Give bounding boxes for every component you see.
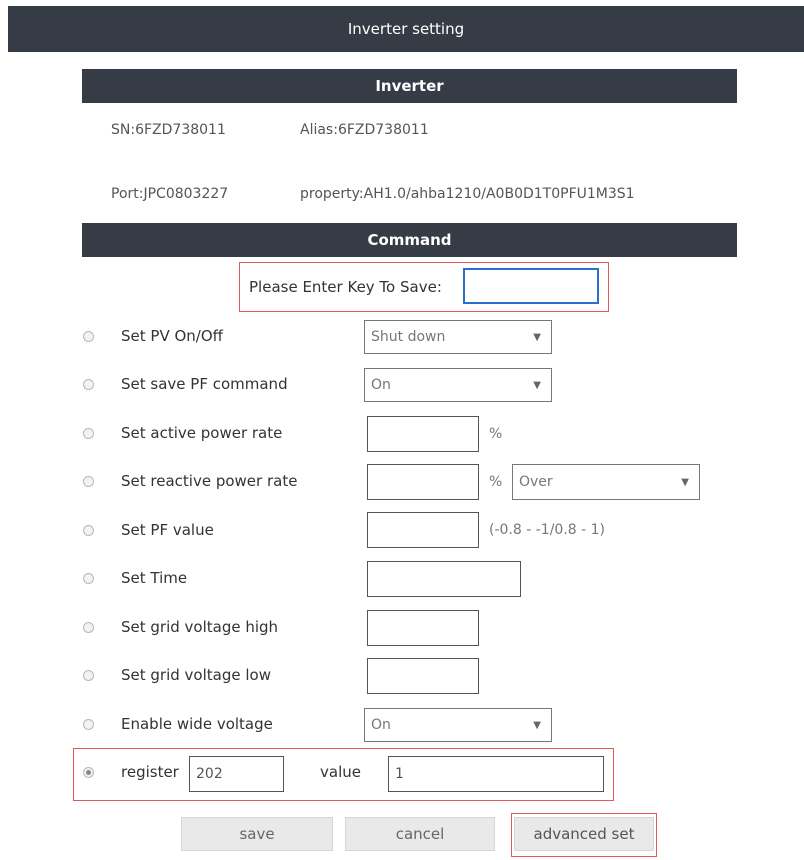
port-text: Port:JPC0803227 <box>111 186 229 202</box>
label-grid-low: Set grid voltage low <box>121 666 271 684</box>
radio-grid-high[interactable] <box>83 622 94 633</box>
save-button[interactable]: save <box>181 817 333 851</box>
input-grid-low[interactable] <box>367 658 479 694</box>
select-reactive-mode[interactable]: Over ▼ <box>512 464 700 500</box>
radio-reactive[interactable] <box>83 476 94 487</box>
input-time[interactable] <box>367 561 521 597</box>
command-section-header: Command <box>82 223 737 257</box>
pf-range-text: (-0.8 - -1/0.8 - 1) <box>489 522 605 538</box>
radio-pv[interactable] <box>83 331 94 342</box>
select-save-pf[interactable]: On ▼ <box>364 368 552 402</box>
key-input[interactable] <box>463 268 599 304</box>
select-pv[interactable]: Shut down ▼ <box>364 320 552 354</box>
label-reactive: Set reactive power rate <box>121 472 298 490</box>
radio-grid-low[interactable] <box>83 670 94 681</box>
inverter-section-title: Inverter <box>375 77 444 95</box>
input-pf-value[interactable] <box>367 512 479 548</box>
radio-pf-value[interactable] <box>83 525 94 536</box>
label-value: value <box>320 763 361 781</box>
label-register: register <box>121 763 179 781</box>
input-grid-high[interactable] <box>367 610 479 646</box>
select-save-pf-value: On <box>371 377 391 393</box>
input-value[interactable]: 1 <box>388 756 604 792</box>
chevron-down-icon: ▼ <box>533 719 541 731</box>
alias-text: Alias:6FZD738011 <box>300 122 429 138</box>
label-wide: Enable wide voltage <box>121 715 273 733</box>
label-active: Set active power rate <box>121 424 283 442</box>
cancel-button[interactable]: cancel <box>345 817 495 851</box>
input-value-value: 1 <box>395 766 404 782</box>
sn-text: SN:6FZD738011 <box>111 122 226 138</box>
chevron-down-icon: ▼ <box>533 379 541 391</box>
unit-reactive: % <box>489 474 503 490</box>
page-title: Inverter setting <box>347 20 465 38</box>
chevron-down-icon: ▼ <box>681 476 689 488</box>
radio-save-pf[interactable] <box>83 379 94 390</box>
radio-wide[interactable] <box>83 719 94 730</box>
input-register[interactable]: 202 <box>189 756 284 792</box>
unit-active: % <box>489 426 503 442</box>
select-pv-value: Shut down <box>371 329 446 345</box>
select-wide-value: On <box>371 717 391 733</box>
label-time: Set Time <box>121 569 188 587</box>
select-reactive-mode-value: Over <box>519 474 553 490</box>
input-reactive[interactable] <box>367 464 479 500</box>
label-save-pf: Set save PF command <box>121 375 288 393</box>
radio-register[interactable] <box>83 767 94 778</box>
key-label: Please Enter Key To Save: <box>249 278 442 296</box>
select-wide[interactable]: On ▼ <box>364 708 552 742</box>
command-section-title: Command <box>367 231 452 249</box>
label-pv: Set PV On/Off <box>121 327 223 345</box>
chevron-down-icon: ▼ <box>533 331 541 343</box>
input-register-value: 202 <box>196 766 223 782</box>
radio-active[interactable] <box>83 428 94 439</box>
property-text: property:AH1.0/ahba1210/A0B0D1T0PFU1M3S1 <box>300 186 635 202</box>
label-pf-value: Set PF value <box>121 521 214 539</box>
radio-time[interactable] <box>83 573 94 584</box>
page-header: Inverter setting <box>8 6 804 52</box>
advanced-set-button[interactable]: advanced set <box>514 817 654 851</box>
inverter-section-header: Inverter <box>82 69 737 103</box>
input-active[interactable] <box>367 416 479 452</box>
label-grid-high: Set grid voltage high <box>121 618 279 636</box>
